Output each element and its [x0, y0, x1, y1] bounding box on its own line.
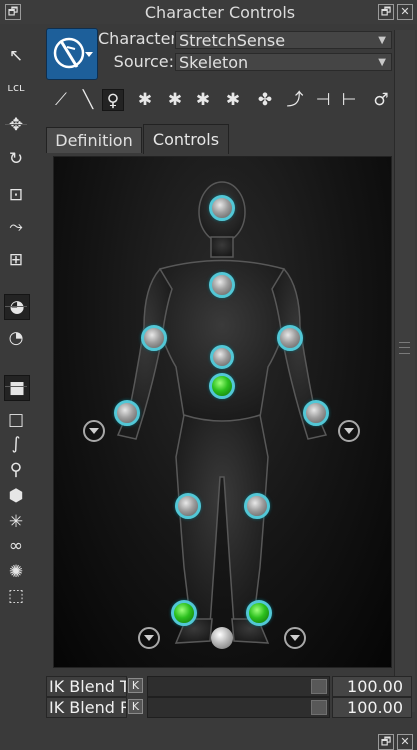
- tool-separator: [5, 306, 27, 307]
- path-tool-icon[interactable]: ∫: [4, 432, 28, 456]
- property-slider[interactable]: [147, 676, 330, 697]
- title-bar: 🗗 Character Controls 🗗 ✕: [0, 0, 417, 24]
- bottom-restore-icon[interactable]: 🗗: [378, 734, 394, 750]
- left-shoulder-node[interactable]: [277, 325, 303, 351]
- tool-column: ↖ ʟᴄʟ ✥ ↻ ⊡ ⤳ ⊞ ◕ ◔ ■ □ ∫ ⚲ ⬢ ✳ ∞ ✺ ⬚: [0, 24, 32, 724]
- head-node[interactable]: [209, 195, 235, 221]
- cube-dark-tool-icon[interactable]: ■: [4, 375, 30, 401]
- body-silhouette: [116, 181, 328, 644]
- chest-node[interactable]: [209, 272, 235, 298]
- property-label: IK Blend R: [46, 697, 127, 718]
- property-label: IK Blend T: [46, 676, 127, 697]
- ghost-tool-icon[interactable]: ✱: [222, 89, 244, 111]
- scroll-grip-icon[interactable]: [399, 342, 410, 354]
- character-value: StretchSense: [179, 31, 286, 50]
- bounding-box-tool-icon[interactable]: ⬚: [4, 584, 28, 608]
- right-knee-node[interactable]: [175, 493, 201, 519]
- right-wrist-node[interactable]: [114, 400, 140, 426]
- key-button[interactable]: K: [128, 699, 143, 714]
- chevron-down-icon: ▼: [378, 35, 386, 46]
- hips-node[interactable]: [209, 373, 235, 399]
- release-tool-icon[interactable]: ⊢: [338, 89, 360, 111]
- globe-select-tool-icon[interactable]: ◕: [4, 294, 30, 320]
- character-dropdown[interactable]: StretchSense ▼: [175, 31, 392, 50]
- bottom-close-icon[interactable]: ✕: [397, 734, 413, 750]
- pose-tool-icon[interactable]: ♂: [370, 89, 392, 111]
- rotate-tool-icon[interactable]: ↻: [4, 147, 28, 171]
- body-part-tool-icon[interactable]: ✱: [164, 89, 186, 111]
- left-foot-expand-icon[interactable]: [284, 627, 306, 649]
- globe-move-tool-icon[interactable]: ◔: [4, 326, 28, 350]
- ground-node[interactable]: [211, 627, 233, 649]
- tool-separator: [5, 124, 27, 125]
- pull-tool-icon[interactable]: ⊣: [312, 89, 334, 111]
- stick-figure-selected-tool-icon[interactable]: ♀: [102, 89, 124, 111]
- character-controls-viewport[interactable]: [53, 156, 392, 668]
- full-body-tool-icon[interactable]: ✱: [134, 89, 156, 111]
- chevron-down-icon: ▼: [378, 57, 386, 68]
- stick-tool-icon[interactable]: ╲: [77, 89, 99, 111]
- right-hand-expand-icon[interactable]: [83, 420, 105, 442]
- transform-tool-icon[interactable]: ⤳: [4, 215, 28, 239]
- move-axis-tool-icon[interactable]: ⊞: [4, 248, 28, 272]
- right-shoulder-node[interactable]: [141, 325, 167, 351]
- pin-rotate-tool-icon[interactable]: ⤴: [284, 89, 306, 111]
- scale-tool-icon[interactable]: ⊡: [4, 183, 28, 207]
- local-tool-icon[interactable]: ʟᴄʟ: [4, 76, 28, 100]
- character-label: Character:: [98, 29, 174, 48]
- close-icon[interactable]: ✕: [397, 4, 413, 20]
- slider-knob[interactable]: [311, 679, 327, 694]
- key-button[interactable]: K: [128, 678, 143, 693]
- left-ankle-node[interactable]: [246, 600, 272, 626]
- cube-tool-icon[interactable]: □: [4, 408, 28, 432]
- waist-node[interactable]: [210, 345, 234, 369]
- light-tool-icon[interactable]: ✺: [4, 560, 28, 584]
- character-logo-icon[interactable]: [46, 28, 98, 80]
- tab-definition[interactable]: Definition: [46, 127, 142, 153]
- property-value-field[interactable]: 100.00: [332, 676, 412, 697]
- joint-tool-icon[interactable]: ✳: [4, 510, 28, 534]
- tab-controls[interactable]: Controls: [143, 124, 229, 154]
- selection-tool-icon[interactable]: ✱: [192, 89, 214, 111]
- source-label: Source:: [113, 52, 174, 71]
- chain-tool-icon[interactable]: ∞: [4, 534, 28, 558]
- left-knee-node[interactable]: [244, 493, 270, 519]
- right-ankle-node[interactable]: [171, 600, 197, 626]
- property-row: IK Blend TK100.00A: [46, 676, 412, 697]
- window-title: Character Controls: [144, 3, 296, 22]
- pin-translate-tool-icon[interactable]: ✤: [254, 89, 276, 111]
- property-value-field[interactable]: 100.00: [332, 697, 412, 718]
- slider-knob[interactable]: [311, 700, 327, 715]
- source-dropdown[interactable]: Skeleton ▼: [175, 53, 392, 72]
- select-tool-icon[interactable]: ↖: [4, 44, 28, 68]
- right-foot-expand-icon[interactable]: [138, 627, 160, 649]
- bones-tool-icon[interactable]: ⟋: [50, 89, 72, 111]
- property-row: IK Blend RK100.00A: [46, 697, 412, 718]
- panel-restore-icon[interactable]: 🗗: [5, 4, 21, 20]
- left-hand-expand-icon[interactable]: [338, 420, 360, 442]
- property-slider[interactable]: [147, 697, 330, 718]
- vertical-scrollbar[interactable]: [394, 30, 415, 712]
- tool-separator: [5, 386, 27, 387]
- translate-tool-icon[interactable]: ✥: [4, 113, 28, 137]
- source-value: Skeleton: [179, 53, 249, 72]
- character-toolbar: ⟋ ╲ ♀ ✱ ✱ ✱ ✱ ✤ ⤴ ⊣ ⊢ ♂: [46, 88, 396, 112]
- hexagon-tool-icon[interactable]: ⬢: [4, 484, 28, 508]
- left-wrist-node[interactable]: [303, 400, 329, 426]
- pin-tool-icon[interactable]: ⚲: [4, 458, 28, 482]
- window-restore-icon[interactable]: 🗗: [378, 4, 394, 20]
